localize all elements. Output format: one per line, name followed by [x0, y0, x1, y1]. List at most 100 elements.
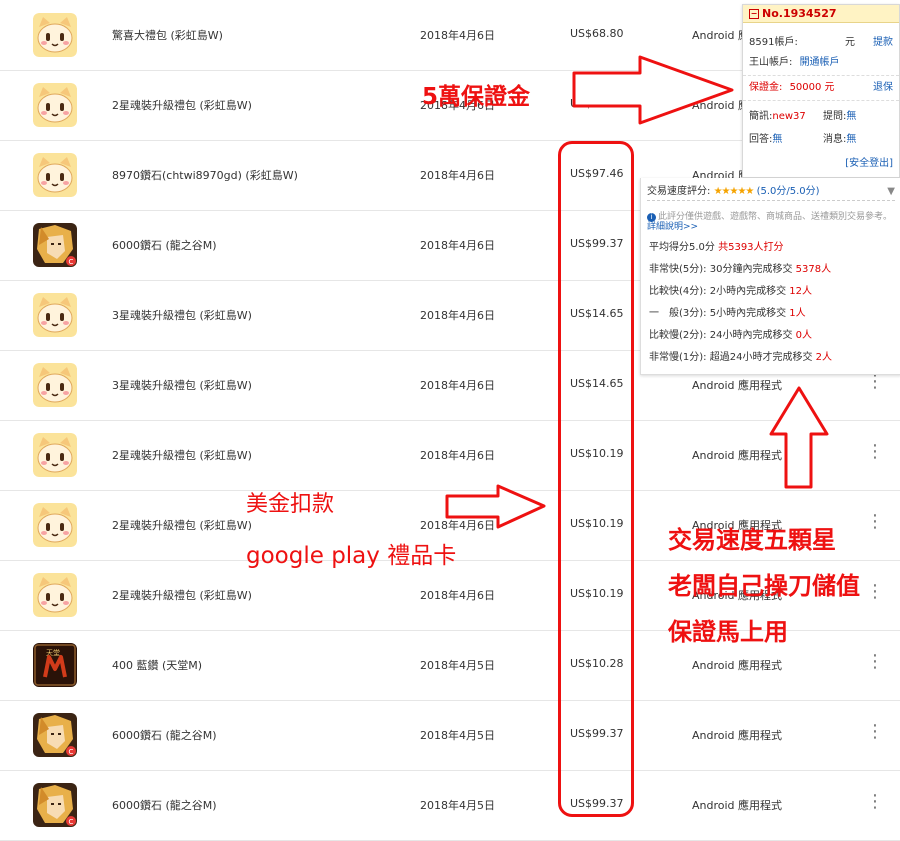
svg-text:天堂: 天堂 — [46, 648, 60, 657]
rating-breakdown-line: 非常慢(1分): 超過24小時才完成移交 2人 — [649, 350, 832, 366]
dragon-nest-hero-icon: C — [33, 783, 77, 827]
rating-level-label: 比較慢(2分): — [649, 330, 707, 341]
more-options-icon[interactable]: ⋮ — [866, 792, 884, 812]
more-options-icon[interactable]: ⋮ — [866, 512, 884, 532]
rating-count: 共5393人打分 — [718, 242, 784, 253]
purchase-type: Android 應用程式 — [692, 379, 783, 392]
purchase-title: 2星魂裝升級禮包 (彩虹島W) — [112, 449, 252, 462]
svg-text:C: C — [69, 748, 74, 756]
details-link[interactable]: 詳細說明>> — [647, 222, 698, 232]
wangshan-label: 王山帳戶: — [749, 57, 793, 68]
deposit-row: 保證金: 50000 元 退保 — [749, 80, 893, 96]
rainbow-island-cat-icon — [33, 503, 77, 547]
annotation-five-stars: 交易速度五顆星 — [668, 526, 836, 554]
rating-level-label: 比較快(4分): — [649, 286, 707, 297]
refund-deposit-link[interactable]: 退保 — [873, 80, 893, 96]
logout-row: [安全登出] — [749, 156, 893, 172]
member-id: No.1934527 — [762, 7, 837, 20]
rating-note: i 此評分僅供遊戲、遊戲幣、商城商品、送禮類別交易參考。詳細說明>> — [647, 212, 893, 232]
purchase-title: 400 藍鑽 (天堂M) — [112, 659, 203, 672]
message-label: 簡訊: — [749, 111, 773, 122]
rainbow-island-cat-icon — [33, 13, 77, 57]
reply-count[interactable]: 無 — [772, 134, 782, 145]
purchase-date: 2018年4月6日 — [420, 379, 495, 392]
svg-text:C: C — [69, 258, 74, 266]
trade-speed-rating-panel: 交易速度評分: ★★★★★ (5.0分/5.0分) ▼ i 此評分僅供遊戲、遊戲幣… — [640, 178, 900, 375]
star-rating-icon: ★★★★★ — [713, 186, 755, 197]
purchase-title: 驚喜大禮包 (彩虹島W) — [112, 29, 223, 42]
more-options-icon[interactable]: ⋮ — [866, 582, 884, 602]
rating-note-text: 此評分僅供遊戲、遊戲幣、商城商品、送禮類別交易參考。 — [658, 212, 893, 222]
purchase-date: 2018年4月6日 — [420, 169, 495, 182]
rating-level-count: 2人 — [815, 352, 833, 363]
account-8591-balance: 元 — [845, 37, 855, 48]
news-label: 消息: — [823, 134, 847, 145]
rating-breakdown-line: 非常快(5分): 30分鐘內完成移交 5378人 — [649, 262, 831, 278]
withdraw-link[interactable]: 提款 — [873, 35, 893, 51]
divider — [743, 75, 899, 76]
lineage-m-icon: 天堂 — [33, 643, 77, 687]
news-count[interactable]: 無 — [846, 134, 856, 145]
dropdown-caret-icon[interactable]: ▼ — [887, 184, 895, 200]
rating-header[interactable]: 交易速度評分: ★★★★★ (5.0分/5.0分) ▼ — [647, 184, 895, 201]
rating-level-label: 一 般(3分): — [649, 308, 707, 319]
svg-text:C: C — [69, 818, 74, 826]
purchase-date: 2018年4月5日 — [420, 659, 495, 672]
more-options-icon[interactable]: ⋮ — [866, 722, 884, 742]
annotation-instant-use: 保證馬上用 — [668, 618, 788, 646]
account-info-popup: − No.1934527 8591帳戶: 元 提款 王山帳戶: 開通帳戶 保證金:… — [742, 4, 900, 178]
collapse-icon[interactable]: − — [749, 9, 759, 19]
rating-level-label: 非常快(5分): — [649, 264, 707, 275]
purchase-title: 6000鑽石 (龍之谷M) — [112, 799, 217, 812]
purchase-title: 3星魂裝升級禮包 (彩虹島W) — [112, 309, 252, 322]
purchase-title: 3星魂裝升級禮包 (彩虹島W) — [112, 379, 252, 392]
purchase-date: 2018年4月6日 — [420, 589, 495, 602]
purchase-date: 2018年4月6日 — [420, 29, 495, 42]
purchase-title: 2星魂裝升級禮包 (彩虹島W) — [112, 589, 252, 602]
rainbow-island-cat-icon — [33, 153, 77, 197]
more-options-icon[interactable]: ⋮ — [866, 372, 884, 392]
purchase-date: 2018年4月6日 — [420, 239, 495, 252]
account-8591-row: 8591帳戶: 元 提款 — [749, 35, 893, 51]
annotation-deposit: 5萬保證金 — [422, 84, 531, 110]
deposit-amount: 50000 元 — [789, 82, 835, 93]
purchase-title: 8970鑽石(chtwi8970gd) (彩虹島W) — [112, 169, 298, 182]
rating-level-desc: 2小時內完成移交 — [709, 286, 787, 297]
purchase-title: 2星魂裝升級禮包 (彩虹島W) — [112, 519, 252, 532]
more-options-icon[interactable]: ⋮ — [866, 442, 884, 462]
rating-breakdown-line: 比較快(4分): 2小時內完成移交 12人 — [649, 284, 812, 300]
annotation-owner-topup: 老闆自己操刀儲值 — [668, 572, 860, 600]
rating-level-count: 12人 — [789, 286, 813, 297]
rating-level-count: 0人 — [795, 330, 813, 341]
wangshan-account-row: 王山帳戶: 開通帳戶 — [749, 55, 893, 71]
rating-level-count: 5378人 — [795, 264, 832, 275]
reply-row: 回答:無 消息:無 — [749, 132, 893, 148]
rating-label: 交易速度評分: — [647, 186, 711, 197]
purchase-row[interactable]: C 6000鑽石 (龍之谷M) 2018年4月5日 US$99.37 Android 應… — [0, 700, 900, 771]
secure-logout-link[interactable]: [安全登出] — [845, 156, 893, 172]
divider — [743, 100, 899, 101]
price-column-highlight-box — [558, 141, 634, 817]
purchase-type: Android 應用程式 — [692, 659, 783, 672]
purchase-title: 2星魂裝升級禮包 (彩虹島W) — [112, 99, 252, 112]
message-row: 簡訊:new37 提問:無 — [749, 109, 893, 125]
purchase-row[interactable]: 2星魂裝升級禮包 (彩虹島W) 2018年4月6日 US$10.19 Android … — [0, 420, 900, 491]
more-options-icon[interactable]: ⋮ — [866, 652, 884, 672]
reply-label: 回答: — [749, 134, 773, 145]
question-count[interactable]: 無 — [846, 111, 856, 122]
dragon-nest-hero-icon: C — [33, 713, 77, 757]
open-account-link[interactable]: 開通帳戶 — [800, 57, 840, 68]
rainbow-island-cat-icon — [33, 293, 77, 337]
rating-score: (5.0分/5.0分) — [756, 186, 820, 197]
rating-level-count: 1人 — [789, 308, 806, 319]
purchase-row[interactable]: C 6000鑽石 (龍之谷M) 2018年4月5日 US$99.37 Android 應… — [0, 770, 900, 841]
rainbow-island-cat-icon — [33, 433, 77, 477]
rating-level-desc: 超過24小時才完成移交 — [709, 352, 813, 363]
annotation-usd-charge: 美金扣款 — [246, 492, 335, 517]
purchase-price: US$10.19 — [570, 97, 624, 110]
rainbow-island-cat-icon — [33, 363, 77, 407]
message-count[interactable]: new37 — [772, 111, 805, 122]
purchase-type: Android 應用程式 — [692, 799, 783, 812]
popup-header: − No.1934527 — [743, 5, 899, 23]
purchase-type: Android 應用程式 — [692, 449, 783, 462]
